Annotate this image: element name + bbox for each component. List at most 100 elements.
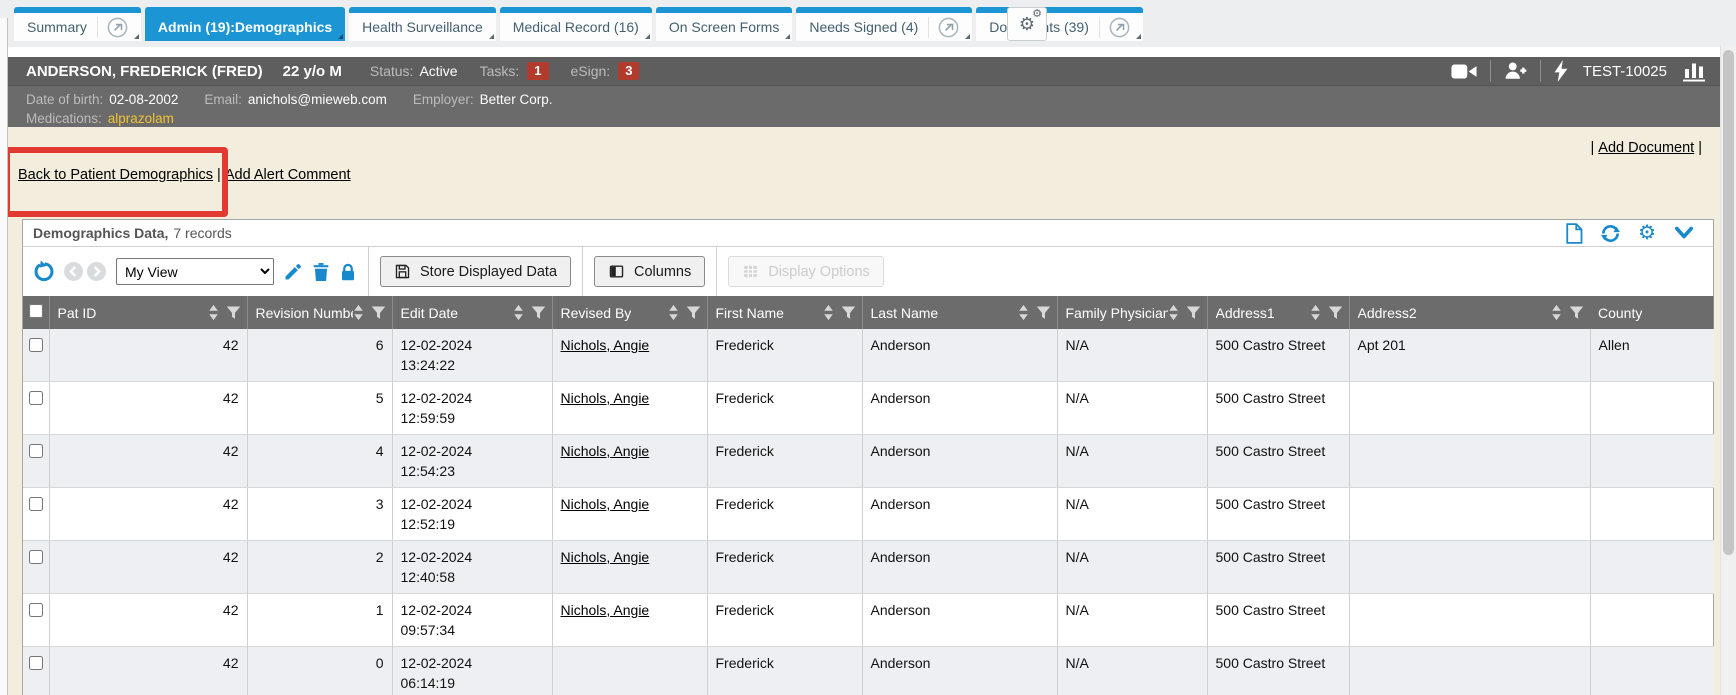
tab-popout-icon[interactable] <box>97 17 128 38</box>
column-header[interactable]: Address2 <box>1349 296 1590 329</box>
row-checkbox[interactable] <box>29 656 43 670</box>
cell-family-physician: N/A <box>1057 382 1207 435</box>
filter-funnel-icon[interactable] <box>226 305 241 320</box>
cell-county <box>1590 435 1714 488</box>
row-checkbox[interactable] <box>29 497 43 511</box>
sort-icon[interactable] <box>1551 304 1562 321</box>
lock-view-icon[interactable] <box>339 262 357 282</box>
edit-view-pencil-icon[interactable] <box>283 262 303 282</box>
sort-icon[interactable] <box>1168 304 1179 321</box>
filter-funnel-icon[interactable] <box>531 305 546 320</box>
collapsed-sidebar-edge[interactable] <box>0 18 8 695</box>
back-to-patient-demographics-link[interactable]: Back to Patient Demographics <box>18 167 213 183</box>
panel-settings-gear-icon[interactable]: ⚙ <box>1638 223 1656 243</box>
next-view-button[interactable] <box>87 262 106 281</box>
cell-family-physician: N/A <box>1057 647 1207 695</box>
columns-button[interactable]: Columns <box>594 256 705 287</box>
sort-icon[interactable] <box>1310 304 1321 321</box>
esign-count-badge[interactable]: 3 <box>618 62 639 81</box>
column-header[interactable]: Revision Number <box>247 296 392 329</box>
tab-popout-icon[interactable] <box>1099 17 1130 38</box>
sort-icon[interactable] <box>513 304 524 321</box>
store-displayed-data-button[interactable]: Store Displayed Data <box>380 256 571 287</box>
column-controls <box>1310 304 1345 321</box>
sort-icon[interactable] <box>208 304 219 321</box>
column-header[interactable]: First Name <box>707 296 862 329</box>
cell-county: Allen <box>1590 329 1714 382</box>
column-header[interactable]: Revised By <box>552 296 707 329</box>
select-all-checkbox[interactable] <box>29 304 43 318</box>
column-header[interactable]: Pat ID <box>49 296 247 329</box>
column-header[interactable]: Family Physician <box>1057 296 1207 329</box>
revised-by-link[interactable]: Nichols, Angie <box>561 549 650 565</box>
bar-chart-icon[interactable] <box>1682 60 1706 82</box>
row-checkbox[interactable] <box>29 444 43 458</box>
revised-by-link[interactable]: Nichols, Angie <box>561 390 650 406</box>
cell-edit-date: 12-02-202412:52:19 <box>392 488 552 541</box>
table-row: 42 2 12-02-202412:40:58 Nichols, Angie F… <box>23 541 1714 594</box>
sort-icon[interactable] <box>353 304 364 321</box>
delete-view-trash-icon[interactable] <box>312 262 330 282</box>
cell-address2 <box>1349 382 1590 435</box>
filter-funnel-icon[interactable] <box>686 305 701 320</box>
refresh-icon[interactable] <box>1600 223 1621 244</box>
add-document-link[interactable]: Add Document <box>1598 140 1694 156</box>
view-select[interactable]: My View <box>116 258 274 285</box>
add-alert-comment-link[interactable]: Add Alert Comment <box>225 167 351 183</box>
filter-funnel-icon[interactable] <box>1569 305 1584 320</box>
revised-by-link[interactable]: Nichols, Angie <box>561 496 650 512</box>
display-options-label: Display Options <box>768 264 870 280</box>
column-header[interactable]: Edit Date <box>392 296 552 329</box>
collapse-chevron-down-icon[interactable] <box>1673 224 1695 242</box>
column-header[interactable]: Last Name <box>862 296 1057 329</box>
filter-funnel-icon[interactable] <box>841 305 856 320</box>
chart-tab[interactable]: Medical Record (16) <box>500 7 652 41</box>
sort-icon[interactable] <box>823 304 834 321</box>
revised-by-link[interactable]: Nichols, Angie <box>561 443 650 459</box>
table-row: 42 1 12-02-202409:57:34 Nichols, Angie F… <box>23 594 1714 647</box>
sort-icon[interactable] <box>1018 304 1029 321</box>
chart-tab[interactable]: Summary <box>14 7 141 41</box>
add-person-icon[interactable] <box>1504 60 1527 82</box>
chart-tab[interactable]: Admin (19):Demographics <box>145 7 345 41</box>
previous-view-button[interactable] <box>64 262 83 281</box>
vertical-scrollbar[interactable] <box>1720 45 1736 695</box>
chart-tab[interactable]: Health Surveillance <box>349 7 496 41</box>
chart-tab[interactable]: Needs Signed (4) <box>796 7 972 41</box>
edit-date: 12-02-2024 <box>401 335 544 355</box>
video-camera-icon[interactable] <box>1451 63 1477 80</box>
undo-icon[interactable] <box>32 260 55 283</box>
cell-first-name: Frederick <box>707 594 862 647</box>
sort-icon[interactable] <box>668 304 679 321</box>
new-document-icon[interactable] <box>1565 223 1583 244</box>
banner-actions: TEST-10025 <box>1451 60 1706 82</box>
tasks-count-badge[interactable]: 1 <box>527 62 548 81</box>
table-body: 42 6 12-02-202413:24:22 Nichols, Angie F… <box>23 329 1714 695</box>
row-checkbox[interactable] <box>29 550 43 564</box>
column-header[interactable]: County <box>1590 296 1714 329</box>
row-checkbox[interactable] <box>29 391 43 405</box>
lightning-bolt-icon[interactable] <box>1554 60 1568 82</box>
column-label: Revised By <box>561 305 632 321</box>
panel-header: Demographics Data, 7 records ⚙ <box>23 220 1713 247</box>
filter-funnel-icon[interactable] <box>1186 305 1201 320</box>
scrollbar-thumb[interactable] <box>1723 50 1734 555</box>
revised-by-link[interactable]: Nichols, Angie <box>561 602 650 618</box>
tab-popout-icon[interactable] <box>928 17 959 38</box>
cell-address1: 500 Castro Street <box>1207 594 1349 647</box>
filter-funnel-icon[interactable] <box>1328 305 1343 320</box>
filter-funnel-icon[interactable] <box>1036 305 1051 320</box>
tab-settings-gears-icon[interactable]: ⚙⚙ <box>1007 7 1047 41</box>
cell-pat-id: 42 <box>49 329 247 382</box>
filter-funnel-icon[interactable] <box>371 305 386 320</box>
chart-tab[interactable]: On Screen Forms <box>656 7 792 41</box>
row-checkbox[interactable] <box>29 603 43 617</box>
cell-first-name: Frederick <box>707 647 862 695</box>
demographics-data-panel: Demographics Data, 7 records ⚙ My View <box>22 219 1714 695</box>
row-checkbox[interactable] <box>29 338 43 352</box>
column-controls <box>353 304 388 321</box>
revised-by-link[interactable]: Nichols, Angie <box>561 337 650 353</box>
column-controls <box>823 304 858 321</box>
medications-value[interactable]: alprazolam <box>108 109 174 128</box>
column-header[interactable]: Address1 <box>1207 296 1349 329</box>
